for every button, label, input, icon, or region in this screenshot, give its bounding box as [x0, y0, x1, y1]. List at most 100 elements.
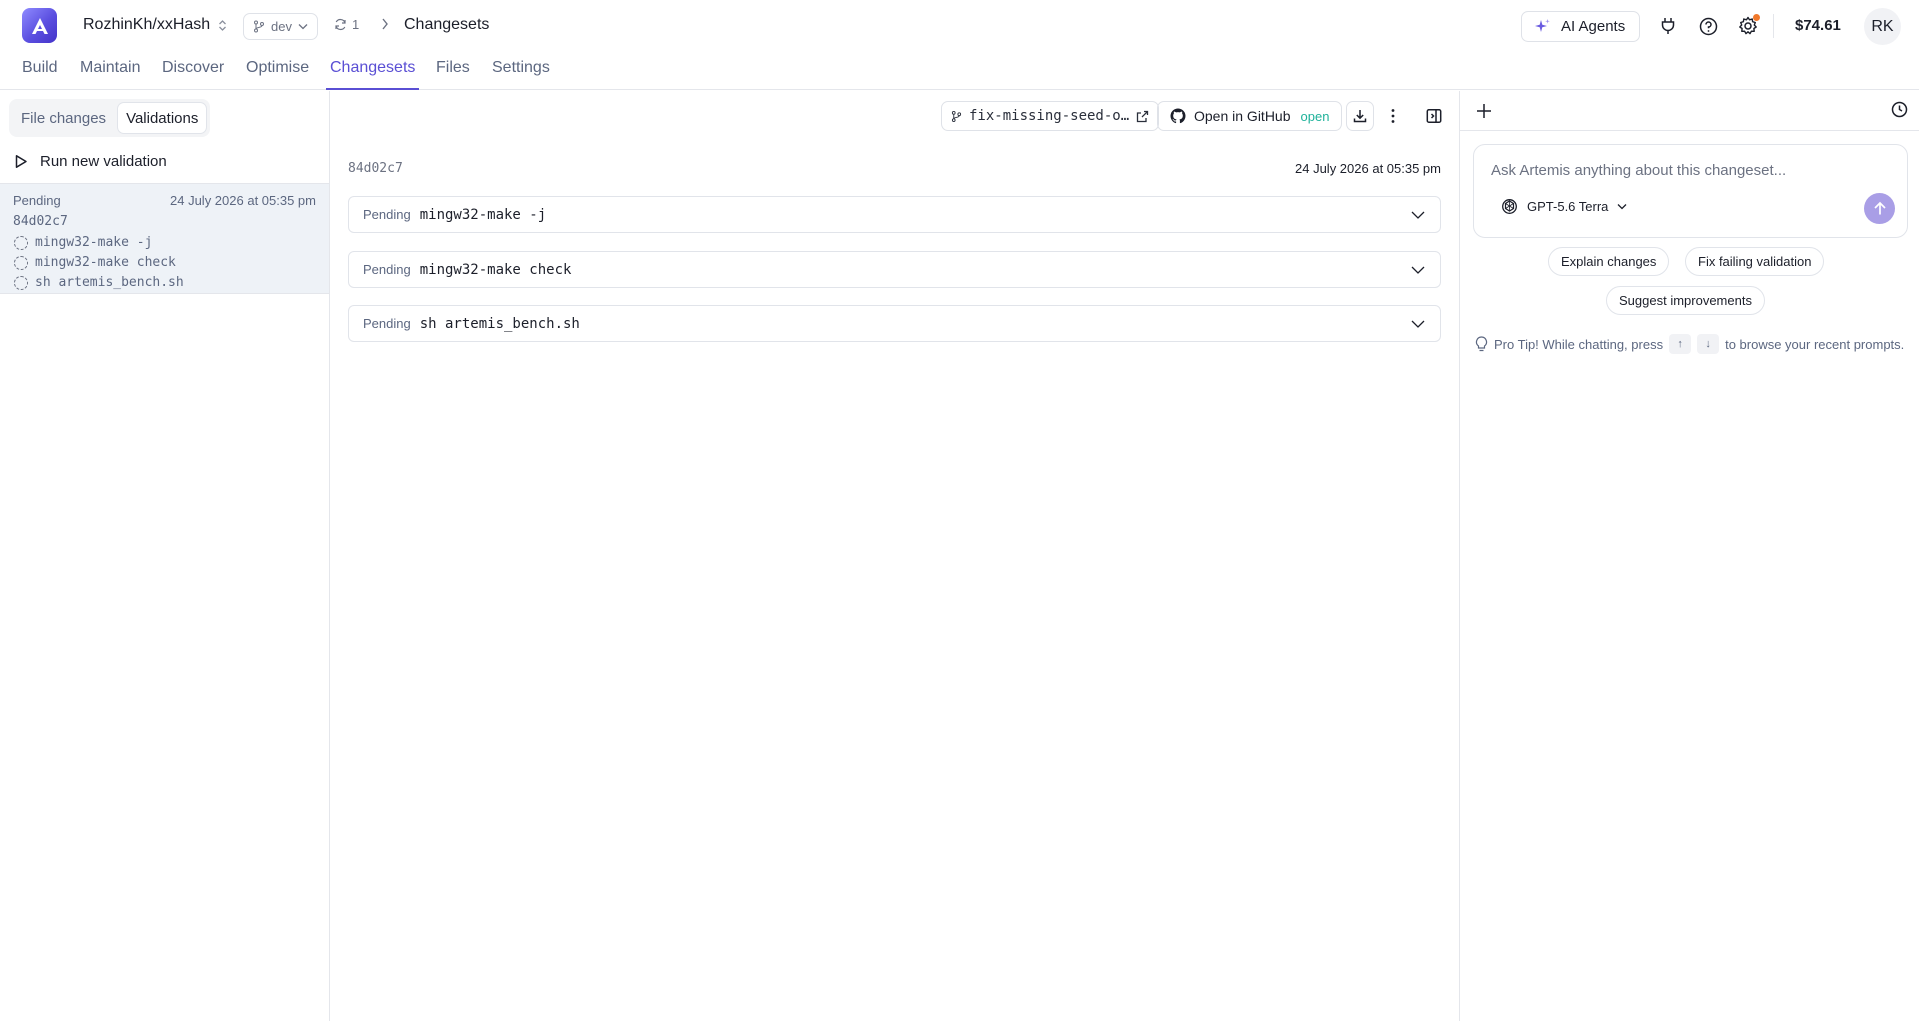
- step-status: Pending: [363, 262, 411, 277]
- tab-maintain[interactable]: Maintain: [76, 59, 144, 90]
- tip-suffix: to browse your recent prompts.: [1725, 336, 1905, 352]
- repo-selector[interactable]: RozhinKh/xxHash: [83, 16, 227, 34]
- app-logo[interactable]: [22, 8, 57, 43]
- tab-optimise[interactable]: Optimise: [242, 59, 313, 90]
- validation-status: Pending: [13, 193, 61, 208]
- ai-agents-label: AI Agents: [1561, 18, 1626, 35]
- avatar[interactable]: RK: [1864, 8, 1901, 45]
- open-in-github-button[interactable]: Open in GitHub open: [1157, 101, 1343, 131]
- branch-name: dev: [271, 19, 292, 34]
- validation-step-row[interactable]: Pending sh artemis_bench.sh: [348, 305, 1441, 342]
- git-branch-icon: [254, 20, 264, 33]
- validation-command: mingw32-make -j: [14, 235, 152, 250]
- help-button[interactable]: [1697, 15, 1719, 37]
- chevron-down-icon: [298, 24, 308, 30]
- toggle-panel-button[interactable]: [1424, 105, 1444, 127]
- settings-button[interactable]: [1737, 14, 1760, 37]
- breadcrumb[interactable]: Changesets: [404, 16, 489, 34]
- run-new-validation-button[interactable]: Run new validation: [14, 153, 167, 170]
- segment-file-changes[interactable]: File changes: [13, 103, 114, 133]
- openai-icon: [1502, 199, 1517, 214]
- step-status: Pending: [363, 316, 411, 331]
- arrow-down-key: ↓: [1697, 334, 1720, 354]
- chevron-right-icon: [382, 18, 388, 30]
- validation-command: sh artemis_bench.sh: [14, 275, 184, 290]
- play-icon: [15, 155, 27, 168]
- send-button[interactable]: [1864, 193, 1895, 224]
- validation-timestamp: 24 July 2026 at 05:35 pm: [1295, 161, 1441, 176]
- ai-agents-button[interactable]: AI Agents: [1521, 11, 1641, 42]
- run-label: Run new validation: [40, 153, 167, 170]
- chevron-up-down-icon: [219, 19, 227, 31]
- more-vertical-icon: [1391, 109, 1395, 123]
- top-bar: RozhinKh/xxHash dev 1 Changesets AI Agen…: [0, 0, 1919, 52]
- sync-icon: [335, 18, 346, 31]
- sync-indicator[interactable]: 1: [334, 17, 359, 32]
- lightbulb-icon: [1475, 336, 1488, 352]
- history-icon[interactable]: [1891, 101, 1908, 118]
- validation-date: 24 July 2026 at 05:35 pm: [170, 193, 316, 208]
- header-divider: [1773, 14, 1774, 38]
- step-command: mingw32-make check: [419, 261, 572, 278]
- sidebar-panel-icon: [1426, 109, 1442, 123]
- branch-selector[interactable]: dev: [243, 13, 318, 40]
- step-command: sh artemis_bench.sh: [419, 315, 580, 332]
- external-link-icon: [1137, 110, 1149, 122]
- download-button[interactable]: [1346, 101, 1374, 131]
- model-selector[interactable]: GPT-5.6 Terra: [1501, 198, 1627, 215]
- validation-step-row[interactable]: Pending mingw32-make -j: [348, 196, 1441, 233]
- validation-detail: fix-missing-seed-o… Open in GitHub open …: [330, 91, 1459, 1021]
- validation-card[interactable]: Pending 24 July 2026 at 05:35 pm 84d02c7…: [0, 183, 329, 294]
- changeset-branch-link[interactable]: fix-missing-seed-o…: [941, 101, 1160, 131]
- pr-status-badge: open: [1300, 108, 1330, 124]
- chevron-down-icon[interactable]: [1410, 262, 1426, 278]
- model-name: GPT-5.6 Terra: [1527, 199, 1609, 214]
- pending-spinner-icon: [14, 255, 28, 270]
- git-branch-icon: [951, 110, 962, 122]
- avatar-initials: RK: [1871, 17, 1894, 35]
- tab-build[interactable]: Build: [18, 59, 62, 90]
- step-command: mingw32-make -j: [419, 206, 547, 223]
- chevron-down-icon[interactable]: [1410, 207, 1426, 223]
- repo-name: RozhinKh/xxHash: [83, 16, 211, 33]
- validation-hash: 84d02c7: [13, 214, 68, 229]
- validation-command: mingw32-make check: [14, 255, 176, 270]
- tip-prefix: Pro Tip! While chatting, press: [1494, 336, 1664, 352]
- account-balance[interactable]: $74.61: [1795, 17, 1841, 34]
- chat-panel: Ask Artemis anything about this changese…: [1459, 91, 1919, 1021]
- open-in-github-label: Open in GitHub: [1194, 108, 1291, 124]
- chat-input[interactable]: Ask Artemis anything about this changese…: [1491, 162, 1786, 179]
- notification-dot: [1753, 14, 1760, 21]
- suggestion-improvements[interactable]: Suggest improvements: [1606, 286, 1765, 315]
- main-nav: Build Maintain Discover Optimise Changes…: [0, 52, 1919, 90]
- view-toggle: File changes Validations: [9, 99, 211, 137]
- changeset-branch-name: fix-missing-seed-o…: [969, 108, 1130, 124]
- logo-icon: [31, 17, 48, 34]
- download-icon: [1353, 110, 1367, 123]
- segment-validations[interactable]: Validations: [118, 103, 207, 133]
- sparkle-icon: [1535, 19, 1550, 32]
- pending-spinner-icon: [14, 275, 28, 290]
- chat-panel-header: [1460, 91, 1919, 131]
- github-icon: [1170, 108, 1186, 124]
- command-text: mingw32-make check: [35, 255, 176, 270]
- pro-tip: Pro Tip! While chatting, press ↑ ↓ to br…: [1475, 334, 1904, 354]
- more-options-button[interactable]: [1383, 105, 1403, 127]
- pending-spinner-icon: [14, 235, 28, 250]
- plus-icon[interactable]: [1476, 103, 1492, 119]
- tab-files[interactable]: Files: [432, 59, 474, 90]
- tab-changesets[interactable]: Changesets: [326, 59, 420, 90]
- validations-sidebar: File changes Validations Run new validat…: [0, 91, 330, 1021]
- tab-settings[interactable]: Settings: [488, 59, 554, 90]
- tab-discover[interactable]: Discover: [158, 59, 228, 90]
- arrow-up-icon: [1873, 201, 1886, 215]
- suggestion-explain-changes[interactable]: Explain changes: [1548, 247, 1670, 276]
- validation-step-row[interactable]: Pending mingw32-make check: [348, 251, 1441, 288]
- chevron-down-icon[interactable]: [1410, 316, 1426, 332]
- command-text: sh artemis_bench.sh: [35, 275, 184, 290]
- suggestion-fix-failing-validation[interactable]: Fix failing validation: [1685, 247, 1825, 276]
- plug-button[interactable]: [1657, 15, 1679, 37]
- arrow-up-key: ↑: [1669, 334, 1692, 354]
- commit-hash: 84d02c7: [348, 161, 403, 176]
- help-circle-icon: [1699, 17, 1717, 35]
